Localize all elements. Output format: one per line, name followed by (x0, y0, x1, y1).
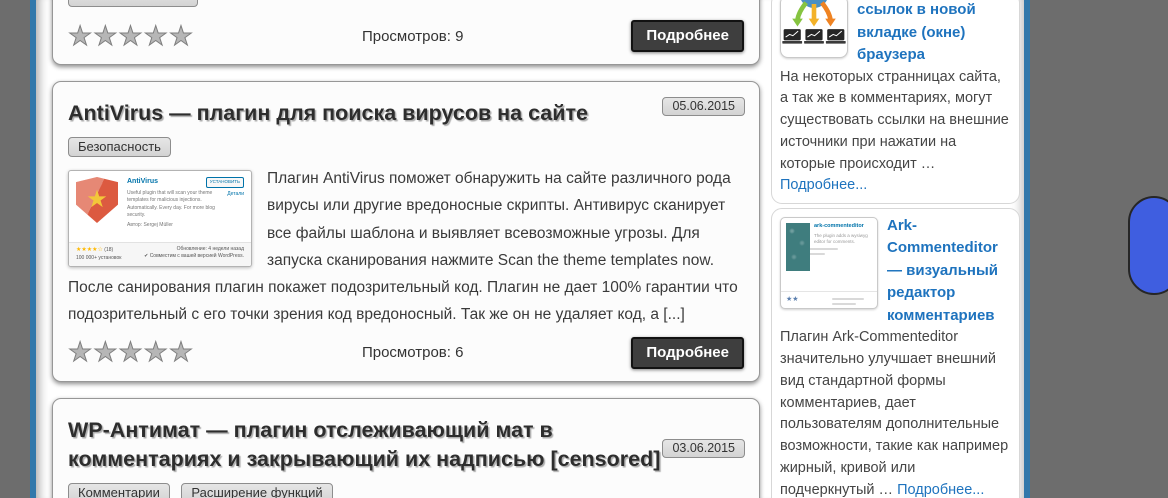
post-date-badge: 03.06.2015 (662, 439, 745, 458)
sidebar-item-ark-commenteditor: ark-commenteditor The plugin adds a wysi… (771, 208, 1020, 498)
install-button: УСТАНОВИТЬ (206, 177, 244, 188)
post-excerpt: ★ УСТАНОВИТЬ AntiVirus Useful plugin tha… (68, 165, 744, 329)
ark-thumbnail: ark-commenteditor The plugin adds a wysi… (780, 217, 878, 309)
placeholder-text-line (832, 303, 856, 305)
sidebar-post-text: На некоторых странницах сайта, а так же … (780, 69, 1009, 172)
plugin-banner-image (786, 223, 810, 271)
views-count: Просмотров: 6 (194, 344, 631, 361)
globe-arrows-thumbnail (780, 0, 848, 58)
post-footer: ★★★★★ Просмотров: 9 Подробнее (68, 20, 744, 52)
more-button[interactable]: Подробнее (631, 20, 744, 52)
plugin-card-footer: ★★ (781, 291, 877, 308)
more-link[interactable]: Подробнее... (780, 177, 867, 193)
category-badge[interactable] (68, 0, 198, 7)
category-badge[interactable]: Комментарии (68, 483, 170, 498)
scrollbar-thumb[interactable] (1128, 196, 1168, 295)
category-row: Безопасность (68, 137, 744, 157)
plugin-rating-count: (18) (104, 247, 113, 253)
rating-stars[interactable]: ★★★★★ (68, 339, 194, 366)
post-title: AntiVirus — плагин для поиска вирусов на… (68, 99, 744, 128)
details-link: Детали (227, 191, 244, 198)
plugin-compat: ✔ Совместим с вашей версией WordPress. (144, 253, 244, 260)
star-icon: ★ (86, 188, 108, 212)
sidebar-item-external-links: ссылок в новой вкладке (окне) браузера Н… (771, 0, 1020, 204)
sidebar: ссылок в новой вкладке (окне) браузера Н… (771, 0, 1020, 498)
plugin-author: Автор: Sergej Müller (127, 222, 244, 229)
plugin-card-footer: ★★★★☆ (18) 100 000+ установок Обновление… (69, 242, 251, 266)
more-button[interactable]: Подробнее (631, 337, 744, 369)
post-date-badge: 05.06.2015 (662, 97, 745, 116)
shield-icon: ★ (76, 177, 118, 223)
plugin-rating-stars: ★★★★☆ (76, 247, 103, 253)
post-title: WP-Антимат — плагин отслеживающий мат в … (68, 416, 708, 474)
sidebar-post-text: Плагин Ark-Commenteditor значительно улу… (780, 329, 1008, 497)
rating-stars[interactable]: ★★★★★ (68, 23, 194, 50)
post-card-antivirus: 05.06.2015 AntiVirus — плагин для поиска… (52, 81, 760, 382)
plugin-desc: Useful plugin that will scan your theme … (127, 190, 215, 219)
views-count: Просмотров: 9 (194, 28, 631, 45)
category-row: Комментарии Расширение функций (68, 483, 744, 498)
category-badge[interactable]: Безопасность (68, 137, 171, 157)
post-card-antimat: 03.06.2015 WP-Антимат — плагин отслежива… (52, 398, 760, 498)
plugin-card-top: ★ УСТАНОВИТЬ AntiVirus Useful plugin tha… (69, 171, 251, 235)
category-badge[interactable]: Расширение функций (181, 483, 332, 498)
placeholder-text-line (832, 298, 864, 300)
more-link[interactable]: Подробнее... (897, 482, 984, 498)
globe-arrows-illustration (781, 0, 847, 57)
plugin-rating-stars: ★★ (786, 295, 799, 305)
page-wrapper: ★★★★★ Просмотров: 9 Подробнее 05.06.2015… (30, 0, 1030, 498)
plugin-installs: 100 000+ установок (76, 255, 121, 262)
post-footer: ★★★★★ Просмотров: 6 Подробнее (68, 337, 744, 369)
plugin-screenshot: ★ УСТАНОВИТЬ AntiVirus Useful plugin tha… (68, 170, 252, 267)
posts-column: ★★★★★ Просмотров: 9 Подробнее 05.06.2015… (52, 0, 760, 498)
post-card-partial: ★★★★★ Просмотров: 9 Подробнее (52, 0, 760, 65)
